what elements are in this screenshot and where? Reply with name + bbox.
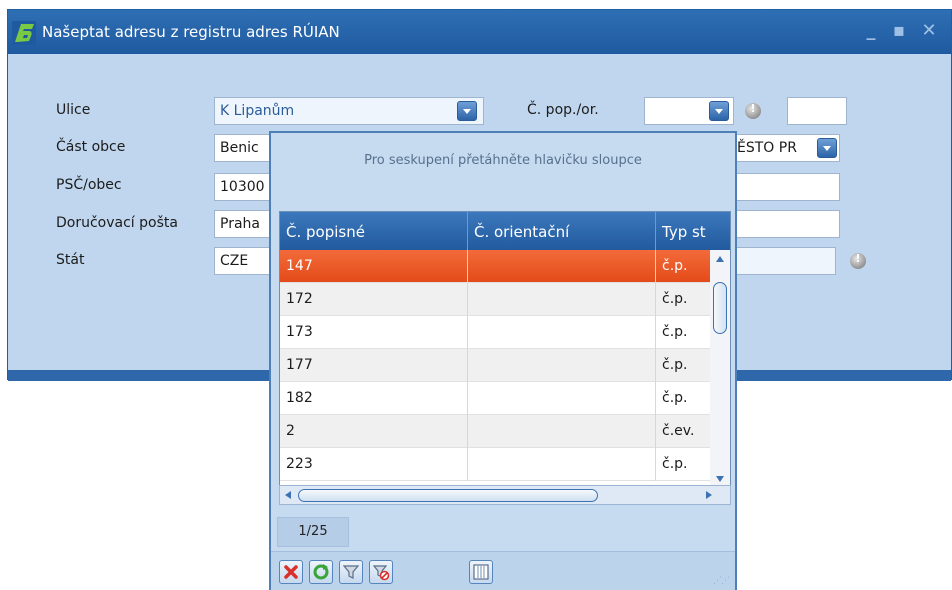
table-row[interactable]: 182 č.p. [280, 382, 710, 415]
ulice-select[interactable]: K Lipanům [214, 97, 484, 125]
dorucovaci-posta-label: Doručovací pošta [56, 215, 178, 231]
table-row[interactable]: 223 č.p. [280, 448, 710, 481]
columns-icon [473, 564, 489, 580]
cast-obce-label: Část obce [56, 139, 126, 155]
cislo-dropdown-button[interactable] [709, 101, 729, 121]
scroll-left-icon[interactable] [285, 491, 291, 499]
horizontal-scroll-thumb[interactable] [298, 489, 598, 502]
address-number-popup: Pro seskupení přetáhněte hlavičku sloupc… [269, 131, 737, 590]
pager-indicator: 1/25 [277, 517, 349, 547]
cislo-info-icon [745, 102, 761, 119]
table-row[interactable]: 177 č.p. [280, 349, 710, 382]
cancel-icon [284, 565, 298, 579]
psc-obec-label: PSČ/obec [56, 177, 122, 193]
cell-orientacni [468, 316, 656, 349]
cell-orientacni [468, 250, 656, 283]
scroll-up-icon[interactable] [716, 256, 724, 262]
table-row[interactable]: 173 č.p. [280, 316, 710, 349]
cell-orientacni [468, 382, 656, 415]
column-header-cislo-popisne[interactable]: Č. popisné [280, 212, 468, 250]
cell-typ: č.p. [662, 258, 688, 274]
cell-popisne: 172 [280, 283, 468, 316]
column-chooser-button[interactable] [469, 560, 493, 584]
popup-toolbar: ⋰⋰ [271, 551, 735, 590]
vertical-scroll-thumb[interactable] [713, 282, 727, 334]
cislo-orientacni-input[interactable] [787, 97, 847, 125]
app-logo-icon [12, 21, 36, 45]
psc-input[interactable]: 10300 [214, 173, 274, 201]
column-header-cislo-orientacni[interactable]: Č. orientační [468, 212, 656, 250]
cell-popisne: 223 [280, 448, 468, 481]
cancel-button[interactable] [279, 560, 303, 584]
stat-info-icon [850, 252, 866, 269]
obec-input[interactable] [736, 173, 840, 201]
ulice-dropdown-button[interactable] [457, 101, 477, 121]
clear-filter-icon [372, 565, 390, 581]
window-title: Našeptat adresu z registru adres RÚIAN [42, 23, 340, 41]
maximize-icon[interactable]: ▪ [888, 20, 910, 42]
clear-filter-button[interactable] [369, 560, 393, 584]
cell-typ: č.p. [662, 390, 688, 406]
scroll-right-icon[interactable] [706, 491, 712, 499]
close-icon[interactable]: ✕ [918, 20, 940, 42]
cell-typ: č.p. [662, 456, 688, 472]
cell-typ: č.ev. [662, 423, 695, 439]
cell-popisne: 182 [280, 382, 468, 415]
group-panel-hint[interactable]: Pro seskupení přetáhněte hlavičku sloupc… [271, 153, 735, 168]
cell-popisne: 173 [280, 316, 468, 349]
cell-orientacni [468, 415, 656, 448]
ulice-label: Ulice [56, 102, 91, 118]
scroll-down-icon[interactable] [716, 476, 724, 482]
cell-orientacni [468, 448, 656, 481]
refresh-icon [313, 564, 329, 580]
grid-header: Č. popisné Č. orientační Typ st [280, 212, 730, 250]
stat-label: Stát [56, 252, 85, 268]
filter-button[interactable] [339, 560, 363, 584]
stat-name-input[interactable] [736, 247, 836, 275]
stat-input[interactable]: CZE [214, 247, 274, 275]
cell-typ: č.p. [662, 291, 688, 307]
refresh-button[interactable] [309, 560, 333, 584]
table-row[interactable]: 172 č.p. [280, 283, 710, 316]
cell-popisne: 177 [280, 349, 468, 382]
filter-icon [342, 565, 360, 579]
resize-grip-icon[interactable]: ⋰⋰ [713, 576, 730, 586]
cell-orientacni [468, 349, 656, 382]
cell-popisne: 2 [280, 415, 468, 448]
screen: Našeptat adresu z registru adres RÚIAN _… [0, 0, 952, 590]
title-bar[interactable]: Našeptat adresu z registru adres RÚIAN _… [8, 10, 951, 54]
cell-typ: č.p. [662, 324, 688, 340]
column-header-typ[interactable]: Typ st [656, 212, 730, 250]
table-row[interactable]: 2 č.ev. [280, 415, 710, 448]
cast-obce-input[interactable]: Benic [214, 134, 274, 162]
minimize-icon[interactable]: _ [860, 20, 882, 42]
cislo-label: Č. pop./or. [527, 102, 599, 118]
mesto-dropdown-button[interactable] [817, 138, 837, 158]
house-number-grid: Č. popisné Č. orientační Typ st 147 č.p.… [279, 211, 731, 487]
vertical-scrollbar[interactable] [710, 250, 730, 486]
horizontal-scrollbar[interactable] [279, 485, 731, 505]
cell-orientacni [468, 283, 656, 316]
posta-input[interactable] [736, 210, 840, 238]
dorucovaci-posta-input[interactable]: Praha [214, 210, 274, 238]
cell-typ: č.p. [662, 357, 688, 373]
table-row[interactable]: 147 č.p. [280, 250, 710, 283]
cell-popisne: 147 [280, 250, 468, 283]
